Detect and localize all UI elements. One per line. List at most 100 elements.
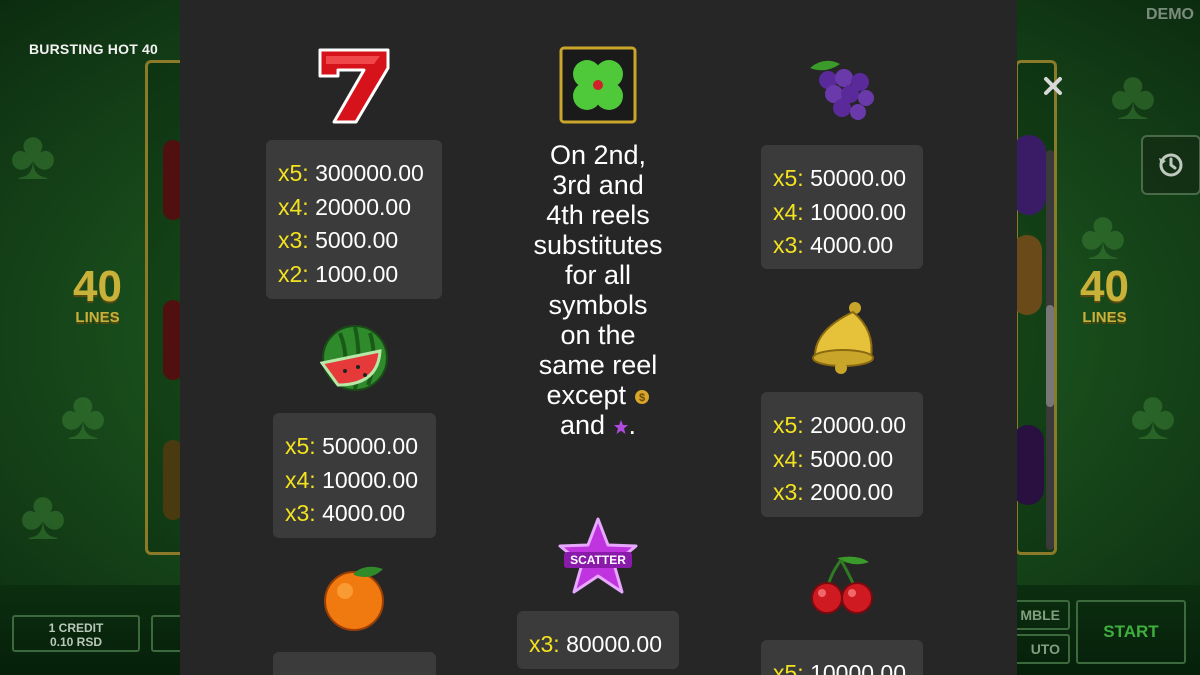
pay-row: x4: 10000.00 xyxy=(773,196,911,230)
pay-multiplier: x3: xyxy=(773,232,804,258)
pay-row: x5: 10000.00 xyxy=(773,657,911,675)
paytable-box-watermelon: x5: 50000.00 x4: 10000.00 x3: 4000.00 xyxy=(273,413,436,538)
paytable-scrollbar-thumb[interactable] xyxy=(1046,305,1054,407)
reel-symbol-grapes xyxy=(1012,135,1046,215)
pay-amount: 300000.00 xyxy=(315,160,424,186)
dollar-coin-icon: $ xyxy=(634,389,649,404)
star-scatter-icon xyxy=(613,419,628,434)
pay-amount: 1000.00 xyxy=(315,260,399,287)
wild-description-line: on the xyxy=(560,320,636,350)
pay-multiplier: x5: xyxy=(278,160,309,186)
pay-multiplier: x4: xyxy=(773,445,804,472)
paytable-box-cherry: x5: 10000.00 xyxy=(761,640,923,675)
pay-row: x4: 10000.00 xyxy=(285,464,424,498)
wild-description-and: and xyxy=(559,410,606,440)
pay-multiplier: x5: xyxy=(285,433,316,459)
pay-amount: 10000.00 xyxy=(810,198,907,225)
credit-currency-value: 0.10 RSD xyxy=(49,635,103,649)
wild-description-line: and . xyxy=(512,410,684,440)
lines-number: 40 xyxy=(1080,262,1129,311)
pay-row: x3: 5000.00 xyxy=(278,224,430,258)
pay-row: x2: 1000.00 xyxy=(278,258,430,292)
pay-multiplier: x3: xyxy=(285,500,316,526)
pay-amount: 5000.00 xyxy=(810,445,894,472)
grapes-icon xyxy=(810,60,874,120)
lines-badge-left: 40 LINES xyxy=(55,262,140,327)
pay-multiplier: x5: xyxy=(773,165,804,191)
pay-row: x5: 20000.00 xyxy=(773,409,911,443)
paytable-box-bell: x5: 20000.00 x4: 5000.00 x3: 2000.00 xyxy=(761,392,923,517)
clover-decor-icon: ♣ xyxy=(10,116,56,194)
clover-decor-icon: ♣ xyxy=(20,476,66,554)
wild-description-line: 4th reels xyxy=(546,200,650,230)
wild-description-line: On 2nd, xyxy=(549,140,647,170)
wild-description-line: substitutes xyxy=(533,230,663,260)
scatter-label: SCATTER xyxy=(570,553,626,567)
seven-icon xyxy=(318,48,390,124)
clover-decor-icon: ♣ xyxy=(1130,376,1176,454)
pay-multiplier: x2: xyxy=(278,260,309,287)
pay-amount: 2000.00 xyxy=(810,479,894,505)
lines-badge-right: 40 LINES xyxy=(1062,262,1147,327)
history-icon xyxy=(1159,153,1183,177)
pay-amount: 80000.00 xyxy=(566,631,663,657)
pay-multiplier: x4: xyxy=(278,193,309,220)
pay-amount: 20000.00 xyxy=(810,412,907,438)
pay-amount: 10000.00 xyxy=(810,660,907,675)
paytable-box-grapes: x5: 50000.00 x4: 10000.00 x3: 4000.00 xyxy=(761,145,923,269)
wild-description-line: same reel xyxy=(538,350,658,380)
wild-description-line: except $ xyxy=(512,380,684,410)
pay-row: x5: 50000.00 xyxy=(285,430,424,464)
pay-amount: 4000.00 xyxy=(810,232,894,258)
pay-row: x3: 2000.00 xyxy=(773,476,911,510)
clover-decor-icon: ♣ xyxy=(60,376,106,454)
wild-description-end: . xyxy=(628,410,637,440)
pay-multiplier: x3: xyxy=(529,631,560,657)
wild-description-except: except xyxy=(546,380,627,410)
pay-row: x5: 50000.00 xyxy=(773,162,911,196)
clover-decor-icon: ♣ xyxy=(1110,56,1156,134)
pay-amount: 50000.00 xyxy=(322,433,419,459)
pay-multiplier: x3: xyxy=(773,479,804,505)
svg-text:$: $ xyxy=(638,392,644,404)
bell-icon xyxy=(812,302,874,374)
pay-row: x4: 20000.00 xyxy=(278,191,430,225)
cherry-icon xyxy=(811,556,873,614)
orange-icon xyxy=(324,566,384,631)
paytable-box-seven: x5: 300000.00 x4: 20000.00 x3: 5000.00 x… xyxy=(266,140,442,299)
credit-label: 1 CREDIT xyxy=(48,621,104,635)
pay-amount: 20000.00 xyxy=(315,193,412,220)
demo-mode-label: DEMO xyxy=(1146,6,1194,23)
game-title: BURSTING HOT 40 xyxy=(29,41,159,57)
paytable-box-scatter: x3: 80000.00 xyxy=(517,611,679,669)
clover-wild-icon xyxy=(559,46,637,124)
pay-amount: 5000.00 xyxy=(315,227,399,253)
pay-amount: 50000.00 xyxy=(810,165,907,191)
clover-decor-icon: ♣ xyxy=(1080,196,1126,274)
pay-row: x3: 80000.00 xyxy=(529,628,667,662)
pay-multiplier: x4: xyxy=(285,466,316,493)
pay-row: x3: 4000.00 xyxy=(285,497,424,531)
pay-multiplier: x5: xyxy=(773,412,804,438)
pay-multiplier: x5: xyxy=(773,660,804,675)
lines-label: LINES xyxy=(1082,309,1127,326)
history-button[interactable] xyxy=(1141,135,1200,195)
wild-description-line: for all xyxy=(564,260,632,290)
lines-label: LINES xyxy=(75,309,120,326)
close-icon[interactable] xyxy=(1043,76,1063,96)
pay-amount: 4000.00 xyxy=(322,500,406,526)
pay-amount: 10000.00 xyxy=(322,466,419,493)
wild-description-line: 3rd and xyxy=(552,170,644,200)
pay-row: x3: 4000.00 xyxy=(773,229,911,263)
lines-number: 40 xyxy=(73,262,122,311)
watermelon-icon xyxy=(320,325,388,391)
pay-multiplier: x4: xyxy=(773,198,804,225)
credit-value-button[interactable]: 1 CREDIT 0.10 RSD xyxy=(12,615,140,652)
start-button[interactable]: START xyxy=(1076,600,1186,664)
wild-description-line: symbols xyxy=(548,290,648,320)
paytable-box-orange xyxy=(273,652,436,675)
pay-row: x4: 5000.00 xyxy=(773,443,911,477)
pay-multiplier: x3: xyxy=(278,227,309,253)
wild-description: On 2nd, 3rd and 4th reels substitutes fo… xyxy=(512,140,684,440)
pay-row: x5: 300000.00 xyxy=(278,157,430,191)
